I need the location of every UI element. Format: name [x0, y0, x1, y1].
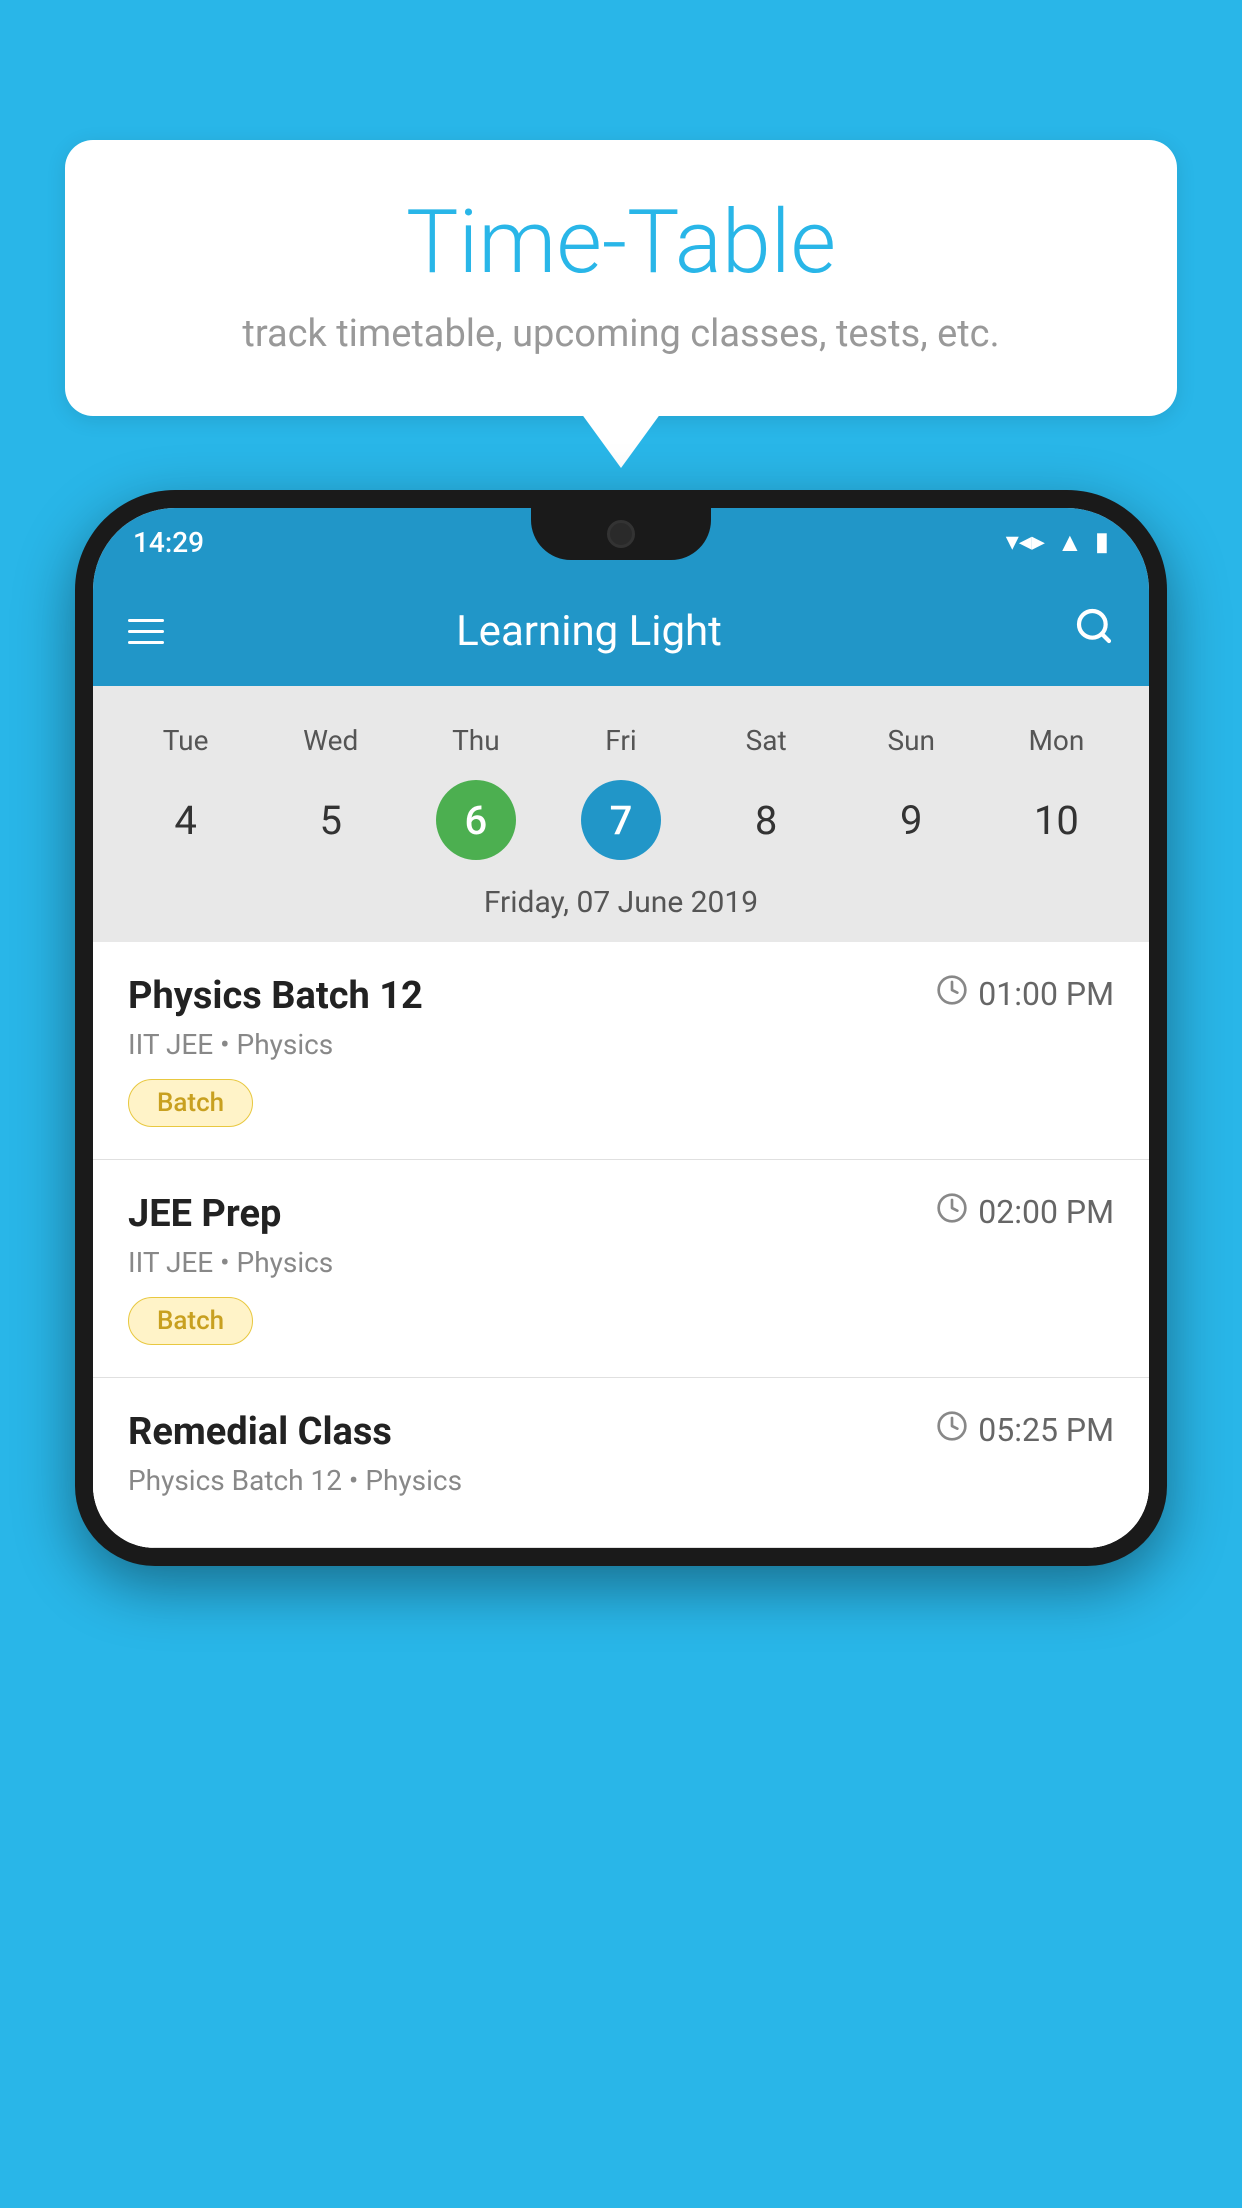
speech-bubble: Time-Table track timetable, upcoming cla… — [65, 140, 1177, 416]
day-header-sat: Sat — [694, 716, 839, 765]
signal-icon: ▲ — [1057, 527, 1083, 558]
schedule-item-3[interactable]: Remedial Class 05:25 PM Physics Batch — [93, 1378, 1149, 1548]
schedule-time-3: 05:25 PM — [936, 1410, 1114, 1450]
phone-outer: 14:29 ▾◂▸ ▲ ▮ Learning Light — [75, 490, 1167, 1566]
schedule-time-text-3: 05:25 PM — [978, 1411, 1114, 1449]
schedule-item-2-header: JEE Prep 02:00 PM — [128, 1192, 1114, 1236]
schedule-title-1: Physics Batch 12 — [128, 974, 423, 1018]
clock-icon-3 — [936, 1410, 968, 1450]
calendar-day-10[interactable]: 10 — [1016, 780, 1096, 860]
schedule-time-text-1: 01:00 PM — [978, 975, 1114, 1013]
status-time: 14:29 — [133, 526, 204, 559]
day-header-fri: Fri — [548, 716, 693, 765]
day-header-tue: Tue — [113, 716, 258, 765]
app-title: Learning Light — [194, 607, 984, 656]
app-bar: Learning Light — [93, 576, 1149, 686]
selected-date-label: Friday, 07 June 2019 — [113, 875, 1129, 942]
calendar-section: Tue Wed Thu Fri Sat Sun Mon 4 5 6 7 8 9 … — [93, 686, 1149, 942]
batch-badge-1: Batch — [128, 1079, 253, 1127]
schedule-item-2[interactable]: JEE Prep 02:00 PM IIT JEE • Physics — [93, 1160, 1149, 1378]
day-numbers: 4 5 6 7 8 9 10 — [113, 775, 1129, 875]
calendar-day-4[interactable]: 4 — [146, 780, 226, 860]
day-header-wed: Wed — [258, 716, 403, 765]
schedule-subtitle-3: Physics Batch 12 • Physics — [128, 1464, 1114, 1497]
day-headers: Tue Wed Thu Fri Sat Sun Mon — [113, 706, 1129, 775]
bubble-title: Time-Table — [125, 195, 1117, 292]
phone-screen: 14:29 ▾◂▸ ▲ ▮ Learning Light — [93, 508, 1149, 1548]
schedule-item-1[interactable]: Physics Batch 12 01:00 PM IIT JEE • P — [93, 942, 1149, 1160]
schedule-list: Physics Batch 12 01:00 PM IIT JEE • P — [93, 942, 1149, 1548]
calendar-day-8[interactable]: 8 — [726, 780, 806, 860]
schedule-title-2: JEE Prep — [128, 1192, 281, 1236]
schedule-time-1: 01:00 PM — [936, 974, 1114, 1014]
batch-badge-2: Batch — [128, 1297, 253, 1345]
phone-camera — [607, 520, 635, 548]
phone-notch — [531, 508, 711, 560]
schedule-title-3: Remedial Class — [128, 1410, 392, 1454]
schedule-time-text-2: 02:00 PM — [978, 1193, 1114, 1231]
speech-bubble-container: Time-Table track timetable, upcoming cla… — [65, 140, 1177, 416]
calendar-day-5[interactable]: 5 — [291, 780, 371, 860]
wifi-icon: ▾◂▸ — [1006, 527, 1045, 557]
bubble-subtitle: track timetable, upcoming classes, tests… — [125, 312, 1117, 356]
calendar-day-6-today[interactable]: 6 — [436, 780, 516, 860]
schedule-subtitle-1: IIT JEE • Physics — [128, 1028, 1114, 1061]
day-header-sun: Sun — [839, 716, 984, 765]
clock-icon-1 — [936, 974, 968, 1014]
schedule-item-1-header: Physics Batch 12 01:00 PM — [128, 974, 1114, 1018]
schedule-item-3-header: Remedial Class 05:25 PM — [128, 1410, 1114, 1454]
menu-icon[interactable] — [128, 619, 164, 644]
phone-container: 14:29 ▾◂▸ ▲ ▮ Learning Light — [75, 490, 1167, 2208]
day-header-mon: Mon — [984, 716, 1129, 765]
battery-icon: ▮ — [1095, 527, 1109, 557]
search-button[interactable] — [1074, 606, 1114, 656]
status-icons: ▾◂▸ ▲ ▮ — [1006, 527, 1109, 558]
day-header-thu: Thu — [403, 716, 548, 765]
calendar-day-9[interactable]: 9 — [871, 780, 951, 860]
schedule-subtitle-2: IIT JEE • Physics — [128, 1246, 1114, 1279]
clock-icon-2 — [936, 1192, 968, 1232]
schedule-time-2: 02:00 PM — [936, 1192, 1114, 1232]
calendar-day-7-selected[interactable]: 7 — [581, 780, 661, 860]
